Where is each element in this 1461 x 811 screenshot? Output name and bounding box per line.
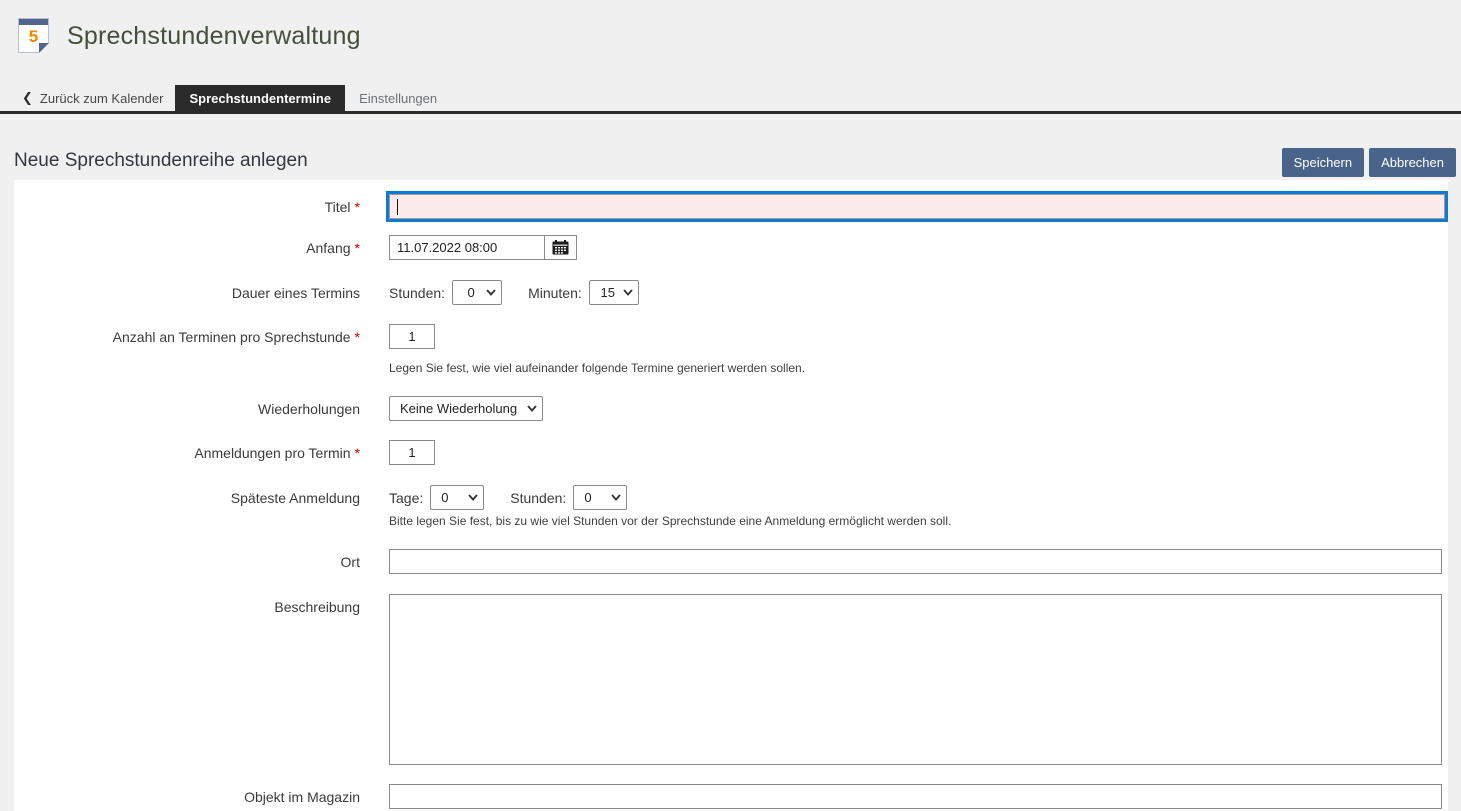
calendar-icon — [552, 240, 569, 255]
spaeteste-hint: Bitte legen Sie fest, bis zu wie viel St… — [389, 514, 951, 528]
ort-input[interactable] — [389, 549, 1442, 574]
ort-label: Ort — [14, 554, 360, 570]
tage-label: Tage: — [389, 490, 423, 506]
stunden-label: Stunden: — [389, 285, 445, 301]
stunden-label: Stunden: — [510, 490, 566, 506]
calendar-icon-topbar — [19, 19, 48, 25]
page-title: Neue Sprechstundenreihe anlegen — [14, 150, 308, 172]
minuten-label: Minuten: — [528, 285, 582, 301]
row-dauer: Dauer eines Termins Stunden: 0 Minuten: … — [14, 280, 1448, 305]
anzahl-label: Anzahl an Terminen pro Sprechstunde* — [14, 329, 360, 345]
save-button[interactable]: Speichern — [1282, 148, 1365, 177]
tab-einstellungen[interactable]: Einstellungen — [345, 85, 451, 111]
dauer-minuten-select[interactable]: 15 — [589, 280, 639, 305]
row-ort: Ort — [14, 549, 1448, 574]
objekt-input[interactable] — [389, 784, 1442, 809]
cancel-button[interactable]: Abbrechen — [1369, 148, 1456, 177]
app-header: 5 Sprechstundenverwaltung — [0, 0, 1461, 86]
spaeteste-stunden-select[interactable]: 0 — [573, 485, 627, 510]
row-beschreibung: Beschreibung — [14, 594, 1448, 765]
dauer-label: Dauer eines Termins — [14, 285, 360, 301]
wiederholungen-label: Wiederholungen — [14, 401, 360, 417]
row-objekt-im-magazin: Objekt im Magazin — [14, 784, 1448, 809]
calendar-app-icon: 5 — [18, 18, 49, 53]
anmeldungen-label: Anmeldungen pro Termin* — [14, 445, 360, 461]
beschreibung-label: Beschreibung — [14, 594, 360, 615]
action-buttons: Speichern Abbrechen — [1282, 148, 1456, 177]
section-head: Neue Sprechstundenreihe anlegen Speicher… — [0, 117, 1461, 180]
titel-label: Titel* — [14, 199, 360, 215]
tab-bar: ❮ Zurück zum Kalender Sprechstundentermi… — [0, 85, 1461, 114]
back-link-label: Zurück zum Kalender — [40, 91, 164, 106]
row-wiederholungen: Wiederholungen Keine Wiederholung — [14, 396, 1448, 421]
tab-label: Sprechstundentermine — [189, 91, 331, 106]
back-to-calendar-link[interactable]: ❮ Zurück zum Kalender — [0, 85, 175, 111]
chevron-left-icon: ❮ — [22, 90, 33, 106]
required-marker: * — [355, 240, 360, 256]
wiederholungen-select[interactable]: Keine Wiederholung — [389, 396, 543, 421]
row-anfang: Anfang* — [14, 235, 1448, 260]
anfang-label: Anfang* — [14, 240, 360, 256]
app-title: Sprechstundenverwaltung — [67, 22, 361, 51]
tab-label: Einstellungen — [359, 91, 437, 106]
required-marker: * — [355, 445, 360, 461]
calendar-icon-fold — [39, 43, 49, 53]
required-marker: * — [355, 199, 360, 215]
anzahl-input[interactable] — [389, 324, 435, 349]
dauer-stunden-select[interactable]: 0 — [452, 280, 502, 305]
datepicker-button[interactable] — [545, 235, 577, 260]
beschreibung-textarea[interactable] — [389, 594, 1442, 765]
sprechstunden-app: 5 Sprechstundenverwaltung ❮ Zurück zum K… — [0, 0, 1461, 811]
row-spaeteste-anmeldung: Späteste Anmeldung Tage: 0 Stunden: 0 — [14, 485, 1448, 510]
anzahl-hint: Legen Sie fest, wie viel aufeinander fol… — [389, 361, 805, 375]
objekt-label: Objekt im Magazin — [14, 789, 360, 805]
required-marker: * — [355, 329, 360, 345]
anfang-input[interactable] — [389, 235, 545, 260]
row-titel: Titel* — [14, 191, 1448, 222]
row-anmeldungen: Anmeldungen pro Termin* — [14, 440, 1448, 465]
text-caret — [397, 199, 398, 215]
spaeteste-tage-select[interactable]: 0 — [430, 485, 484, 510]
spaeteste-label: Späteste Anmeldung — [14, 490, 360, 506]
anmeldungen-input[interactable] — [389, 440, 435, 465]
titel-input[interactable] — [389, 194, 1445, 219]
tab-sprechstundentermine[interactable]: Sprechstundentermine — [175, 85, 345, 111]
row-anzahl: Anzahl an Terminen pro Sprechstunde* — [14, 324, 1448, 349]
form-panel: Titel* Anfang* — [14, 180, 1448, 811]
